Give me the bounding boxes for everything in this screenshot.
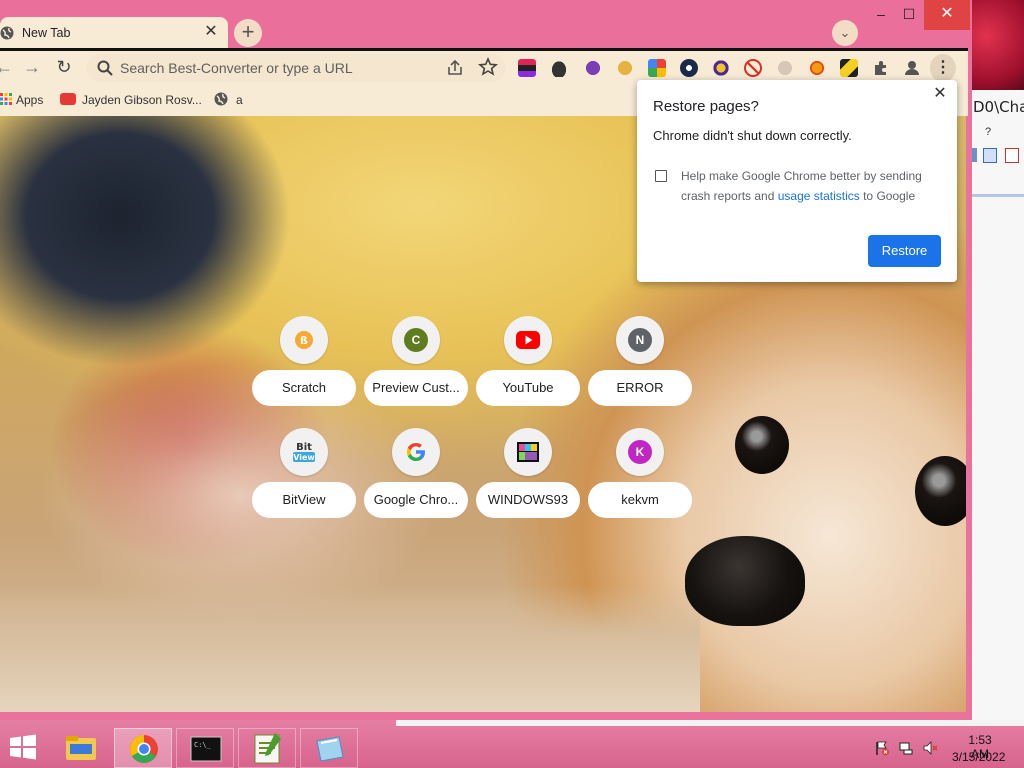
background-window-help[interactable]: ? [985,126,991,138]
letter-c-icon[interactable]: C [392,316,440,364]
selection-bar [971,194,1024,197]
bitview-icon[interactable]: Bit View [280,428,328,476]
copy-icon[interactable] [983,148,997,163]
tab-close-icon[interactable]: ✕ [202,22,220,42]
network-icon[interactable] [898,740,914,756]
dialog-title: Restore pages? [653,98,759,115]
dialog-close-icon[interactable]: ✕ [930,84,950,104]
forward-button[interactable]: → [20,52,44,82]
clock-date[interactable]: 3/15/2022 [952,750,1005,764]
letter-n: N [628,328,652,352]
windows-start-icon[interactable] [8,734,38,760]
action-center-flag-icon[interactable] [874,740,890,756]
tab-search-button[interactable]: ⌄ [832,20,858,46]
shortcut-scratch[interactable]: Scratch [252,370,356,406]
apps-grid-icon[interactable] [0,93,12,105]
restore-button[interactable]: Restore [868,235,941,267]
letter-k-icon[interactable]: K [616,428,664,476]
app-icon[interactable] [300,728,358,768]
omnibox-placeholder[interactable]: Search Best-Converter or type a URL [120,60,353,76]
svg-text:Bit: Bit [296,442,312,453]
ext-icon-8[interactable] [744,59,762,77]
shortcut-youtube[interactable]: YouTube [476,370,580,406]
svg-text:View: View [293,453,315,462]
ext-icon-1[interactable] [518,59,536,77]
shortcut-google-chro[interactable]: Google Chro... [364,482,468,518]
letter-c: C [404,328,428,352]
bookmark-jayden[interactable]: Jayden Gibson Rosv... [82,93,202,107]
volume-muted-icon[interactable] [922,740,938,756]
letter-k: K [628,440,652,464]
svg-text:C:\_: C:\_ [194,741,212,749]
letter-n-icon[interactable]: N [616,316,664,364]
search-icon [97,60,113,76]
shortcut-preview-cust[interactable]: Preview Cust... [364,370,468,406]
ext-icon-7[interactable] [712,59,730,77]
shortcut-bitview[interactable]: BitView [252,482,356,518]
windows93-icon[interactable] [504,428,552,476]
file-explorer-icon[interactable] [52,728,110,768]
background-window[interactable]: D0\Char ? [970,90,1024,720]
background-table [0,586,700,712]
shortcut-windows93[interactable]: WINDOWS93 [476,482,580,518]
ext-icon-3[interactable] [584,59,602,77]
youtube-icon [60,93,76,105]
ext-icon-5[interactable] [648,59,666,77]
ext-icon-2[interactable] [550,59,568,77]
reload-button[interactable]: ↻ [52,52,76,82]
bookmark-a[interactable]: a [236,93,243,107]
help-text-line2: crash reports and usage statistics to Go… [681,189,915,203]
close-window-button[interactable]: ✕ [924,0,970,30]
taskbar-divider [396,720,1024,726]
shortcut-error[interactable]: ERROR [588,370,692,406]
help-text-suffix: to Google [859,189,916,203]
new-tab-button[interactable]: + [234,19,262,47]
notepad-icon[interactable] [238,728,296,768]
globe-icon [214,92,228,106]
background-dog-eye [915,456,966,526]
dialog-message: Chrome didn't shut down correctly. [653,128,852,143]
shortcut-kekvm[interactable]: kekvm [588,482,692,518]
background-window-title: D0\Char [973,98,1024,116]
google-icon[interactable] [392,428,440,476]
bookmark-star-icon[interactable] [478,56,498,78]
bookmark-apps[interactable]: Apps [16,93,43,107]
crash-report-checkbox[interactable] [655,170,667,182]
menu-button[interactable]: ⋮ [930,54,956,82]
help-text-line1: Help make Google Chrome better by sendin… [681,169,922,183]
tab-title: New Tab [22,26,71,40]
ext-icon-6[interactable] [680,59,698,77]
command-prompt-icon[interactable]: C:\_ [176,728,234,768]
help-text-prefix: crash reports and [681,189,778,203]
background-dog-eye [735,416,789,474]
scratch-icon[interactable]: ß [280,316,328,364]
ext-icon-11[interactable] [840,59,858,77]
pdf-icon[interactable] [1005,148,1019,163]
globe-icon [0,26,14,40]
ext-icon-9[interactable] [776,59,794,77]
maximize-button[interactable]: ☐ [892,0,926,30]
background-dog-nose [685,536,805,626]
ext-icon-10[interactable] [808,59,826,77]
ext-icon-4[interactable] [616,59,634,77]
profile-icon[interactable] [902,58,922,78]
desktop-wallpaper [970,0,1024,90]
svg-text:ß: ß [300,334,308,347]
chrome-icon[interactable] [114,728,172,768]
youtube-icon[interactable] [504,316,552,364]
share-icon[interactable] [446,58,464,78]
back-button[interactable]: ← [0,52,16,82]
usage-statistics-link[interactable]: usage statistics [778,189,860,203]
puzzle-icon[interactable] [872,59,890,77]
